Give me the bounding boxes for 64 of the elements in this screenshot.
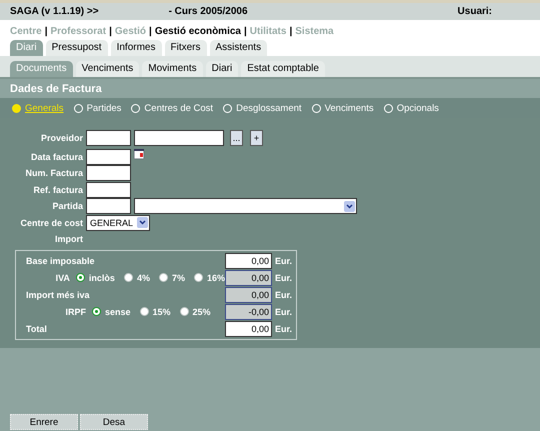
- section-option[interactable]: Centres de Cost: [131, 102, 214, 114]
- subtab[interactable]: Estat comptable: [241, 61, 325, 77]
- browse-button[interactable]: ...: [230, 130, 243, 146]
- input-field[interactable]: [86, 182, 131, 198]
- nav-separator: |: [44, 26, 48, 37]
- currency-label: Eur.: [274, 256, 292, 266]
- amount-label: Total: [25, 324, 47, 334]
- dropdown-arrow-icon[interactable]: [344, 200, 355, 212]
- currency-label: Eur.: [274, 272, 292, 282]
- amount-field[interactable]: 0,00: [224, 320, 272, 336]
- currency-label: Eur.: [274, 290, 292, 300]
- action-button[interactable]: Enrere: [10, 414, 78, 430]
- currency-label: Eur.: [274, 306, 292, 316]
- field-label: Centre de cost: [19, 218, 83, 228]
- add-button[interactable]: +: [250, 130, 263, 146]
- section-option[interactable]: Partides: [74, 102, 122, 114]
- input-field[interactable]: [86, 130, 131, 146]
- input-field[interactable]: [134, 130, 224, 146]
- amount-label: Import més iva: [25, 290, 90, 300]
- module-tab[interactable]: Assistents: [210, 40, 268, 56]
- field-label: Partida: [51, 201, 83, 211]
- app-title: SAGA (v 1.1.19) >>: [10, 6, 99, 17]
- amount-field[interactable]: 0,00: [224, 252, 272, 268]
- nav-separator: |: [109, 26, 112, 37]
- radio-label: inclòs: [88, 272, 115, 282]
- section-title: Dades de Factura: [0, 77, 540, 98]
- dropdown[interactable]: [134, 198, 357, 214]
- field-label: Proveidor: [40, 133, 83, 143]
- course-label: - Curs 2005/2006: [168, 6, 248, 17]
- module-tab[interactable]: Pressupost: [46, 40, 108, 56]
- dropdown[interactable]: GENERAL: [86, 214, 150, 230]
- nav-separator: |: [289, 26, 292, 37]
- field-label: Num. Factura: [24, 168, 83, 178]
- module-tab[interactable]: Informes: [110, 40, 162, 56]
- user-label: Usuari:: [458, 6, 492, 17]
- dropdown-arrow-icon[interactable]: [137, 217, 148, 228]
- subtab[interactable]: Moviments: [142, 61, 203, 77]
- nav-separator: |: [244, 26, 247, 37]
- radio-label: 15%: [152, 306, 171, 316]
- amount-label: IRPF: [64, 306, 86, 316]
- field-label: Ref. factura: [32, 184, 83, 194]
- action-button[interactable]: Desa: [80, 414, 148, 430]
- input-field[interactable]: [86, 165, 131, 181]
- section-option[interactable]: Desglossament: [223, 102, 302, 114]
- subtab[interactable]: Diari: [206, 61, 238, 77]
- radio-label: 7%: [172, 272, 185, 282]
- module-tab[interactable]: Fitxers: [164, 40, 206, 56]
- calendar-icon[interactable]: [134, 148, 144, 158]
- nav-link[interactable]: Gestió econòmica: [154, 26, 241, 37]
- field-label: Import: [54, 234, 83, 244]
- radio-label: 16%: [206, 272, 225, 282]
- section-option[interactable]: Opcionals: [384, 102, 439, 114]
- section-option[interactable]: Venciments: [312, 102, 374, 114]
- radio-label: 4%: [136, 272, 150, 282]
- input-field[interactable]: [86, 198, 131, 214]
- radio-label: 25%: [192, 306, 211, 316]
- radio-label: sense: [105, 306, 131, 316]
- subtab[interactable]: Venciments: [76, 61, 140, 77]
- field-label: Data factura: [30, 152, 83, 162]
- amount-label: Base imposable: [25, 256, 95, 266]
- nav-separator: |: [149, 26, 152, 37]
- amount-label: IVA: [54, 272, 70, 282]
- currency-label: Eur.: [274, 324, 292, 334]
- date-field[interactable]: [86, 148, 131, 164]
